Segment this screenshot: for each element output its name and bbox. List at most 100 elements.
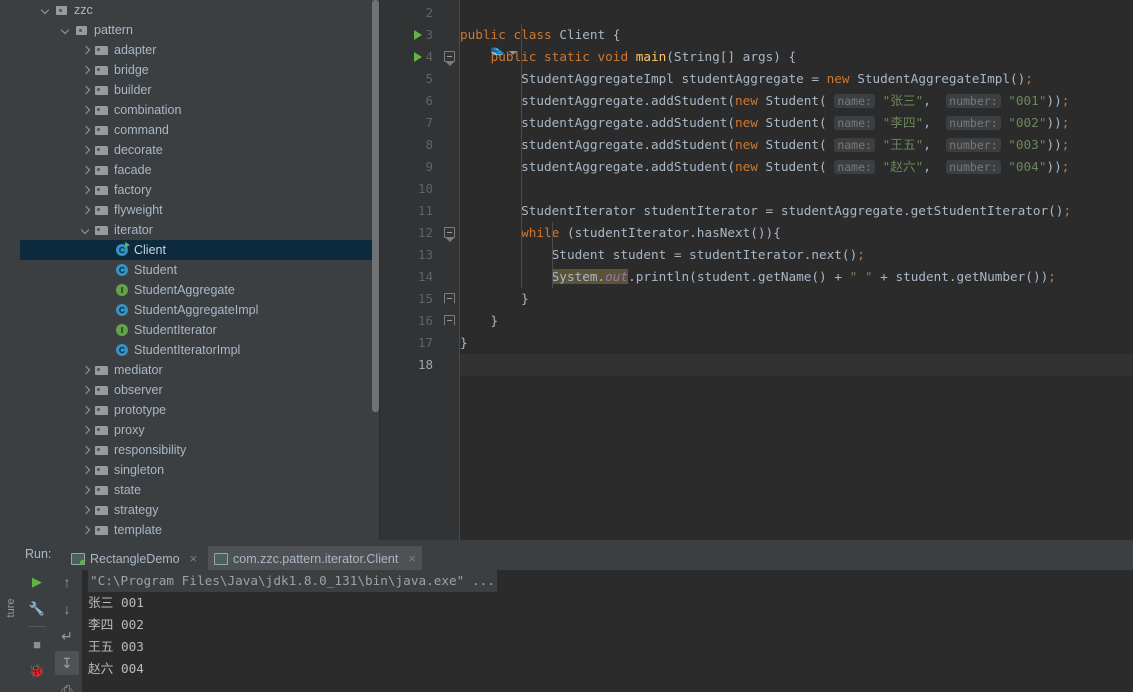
line-number: 18 [417,357,433,372]
structure-rail[interactable]: ture [0,540,22,692]
chevron-down-icon[interactable] [60,25,71,36]
run-gutter-icon[interactable] [414,52,422,62]
editor-fold-strip[interactable] [441,0,459,540]
chevron-right-icon[interactable] [80,425,91,436]
fold-toggle-icon[interactable] [444,293,455,304]
tree-item[interactable]: factory [20,180,380,200]
tree-item[interactable]: decorate [20,140,380,160]
tree-item-label: prototype [114,403,167,417]
chevron-right-icon[interactable] [80,505,91,516]
chevron-down-icon[interactable] [40,5,51,16]
tree-item-selected[interactable]: C Client [20,240,380,260]
code-text[interactable]: public class Client { public static void… [460,0,1133,540]
tree-item[interactable]: I StudentAggregate [20,280,380,300]
line-number: 9 [425,159,433,174]
tree-item[interactable]: pattern [20,20,380,40]
run-configuration-icon[interactable]: 👟 [491,43,505,56]
close-icon[interactable]: × [408,552,416,565]
chevron-right-icon[interactable] [80,205,91,216]
chevron-right-icon[interactable] [80,465,91,476]
fold-toggle-icon[interactable] [444,227,455,238]
close-icon[interactable]: × [190,552,198,565]
stop-icon[interactable]: ■ [25,632,49,656]
soft-wrap-icon[interactable]: ↵ [55,624,79,648]
chevron-right-icon[interactable] [80,405,91,416]
tree-item[interactable]: flyweight [20,200,380,220]
tree-item[interactable]: adapter [20,40,380,60]
console-output[interactable]: "C:\Program Files\Java\jdk1.8.0_131\bin\… [82,570,1133,692]
tree-item[interactable]: observer [20,380,380,400]
run-tab[interactable]: RectangleDemo × [65,546,203,571]
editor-gutter[interactable]: 2 3 4 5 6 7 8 9 10 11 12 13 14 15 16 17 18 [380,0,441,540]
chevron-right-icon[interactable] [80,85,91,96]
run-toolbar-primary[interactable]: ▶ 🔧 ■ 🐞 [22,570,52,692]
class-runnable-icon: C [116,242,130,256]
chevron-down-icon[interactable] [80,225,91,236]
scroll-to-end-icon[interactable]: ↧ [55,651,79,675]
run-gutter-icon[interactable] [414,30,422,40]
tree-item[interactable]: singleton [20,460,380,480]
tree-item-label: decorate [114,143,163,157]
folder-icon [95,463,109,477]
fold-toggle-icon[interactable] [444,51,455,62]
project-tree[interactable]: zzc pattern adapter bridge builder combinatio… [20,0,380,540]
debug-icon[interactable]: 🐞 [25,659,49,683]
chevron-right-icon[interactable] [80,525,91,536]
chevron-right-icon[interactable] [80,45,91,56]
code-line: StudentAggregateImpl studentAggregate = … [460,71,1033,86]
settings-wrench-icon[interactable]: 🔧 [25,597,49,621]
class-icon: C [116,304,128,316]
tree-item-label: zzc [74,3,93,17]
tree-item[interactable]: combination [20,100,380,120]
tree-item[interactable]: C Student [20,260,380,280]
console-output-line: 王五 003 [88,639,144,654]
fold-toggle-icon[interactable] [444,315,455,326]
project-tree-scrollbar[interactable] [372,0,379,412]
arrow-down-icon[interactable]: ↓ [55,597,79,621]
tree-item[interactable]: facade [20,160,380,180]
tree-item[interactable]: bridge [20,60,380,80]
project-tool-window: zzc pattern adapter bridge builder combinatio… [0,0,380,540]
tree-item[interactable]: state [20,480,380,500]
arrow-up-icon[interactable]: ↑ [55,570,79,594]
chevron-right-icon[interactable] [80,165,91,176]
chevron-right-icon[interactable] [80,145,91,156]
tree-item[interactable]: C StudentAggregateImpl [20,300,380,320]
tree-item[interactable]: builder [20,80,380,100]
code-line: StudentIterator studentIterator = studen… [460,203,1072,218]
chevron-right-icon[interactable] [80,105,91,116]
line-number: 14 [417,269,433,284]
chevron-right-icon[interactable] [80,125,91,136]
run-tab-label: com.zzc.pattern.iterator.Client [233,551,399,566]
tree-item[interactable]: proxy [20,420,380,440]
tree-item[interactable]: responsibility [20,440,380,460]
chevron-right-icon[interactable] [80,365,91,376]
run-toolbar-secondary[interactable]: ↑ ↓ ↵ ↧ ⎙ [52,570,82,692]
tree-item[interactable]: command [20,120,380,140]
folder-icon [95,483,109,497]
chevron-down-icon[interactable] [508,51,517,55]
rerun-icon[interactable]: ▶ [25,570,49,594]
chevron-right-icon[interactable] [80,65,91,76]
run-tab[interactable]: com.zzc.pattern.iterator.Client × [208,546,422,573]
tree-item[interactable]: I StudentIterator [20,320,380,340]
chevron-right-icon[interactable] [80,445,91,456]
tree-item[interactable]: C StudentIteratorImpl [20,340,380,360]
chevron-right-icon[interactable] [80,485,91,496]
tree-item[interactable]: strategy [20,500,380,520]
tree-item[interactable]: zzc [20,0,380,20]
tree-item[interactable]: prototype [20,400,380,420]
structure-rail-label: ture [5,598,17,618]
editor-area[interactable]: 2 3 4 5 6 7 8 9 10 11 12 13 14 15 16 17 18 public class … [380,0,1133,540]
chevron-right-icon[interactable] [80,385,91,396]
tree-item-label: StudentIteratorImpl [134,343,241,357]
toolbar-separator [28,626,46,627]
run-tab-bar[interactable]: RectangleDemo × com.zzc.pattern.iterator.C… [0,544,1133,573]
tree-item[interactable]: mediator [20,360,380,380]
print-icon[interactable]: ⎙ [55,678,79,692]
chevron-right-icon[interactable] [80,185,91,196]
tree-item[interactable]: iterator [20,220,380,240]
line-number: 10 [417,181,433,196]
tree-item[interactable]: template [20,520,380,540]
